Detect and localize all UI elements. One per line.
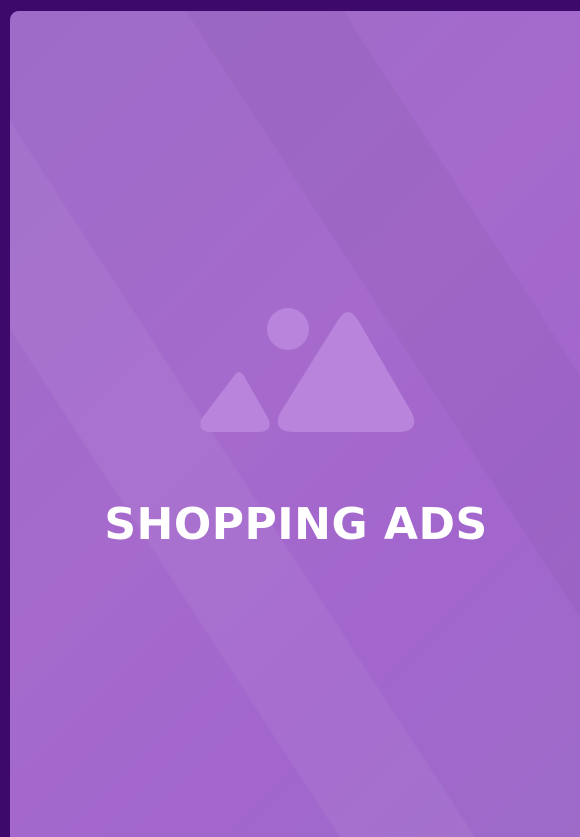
page: SHOPPING ADS: [0, 0, 580, 837]
shopping-ads-card[interactable]: SHOPPING ADS: [10, 11, 580, 837]
image-placeholder-icon: [200, 308, 415, 432]
card-title: SHOPPING ADS: [104, 499, 488, 550]
